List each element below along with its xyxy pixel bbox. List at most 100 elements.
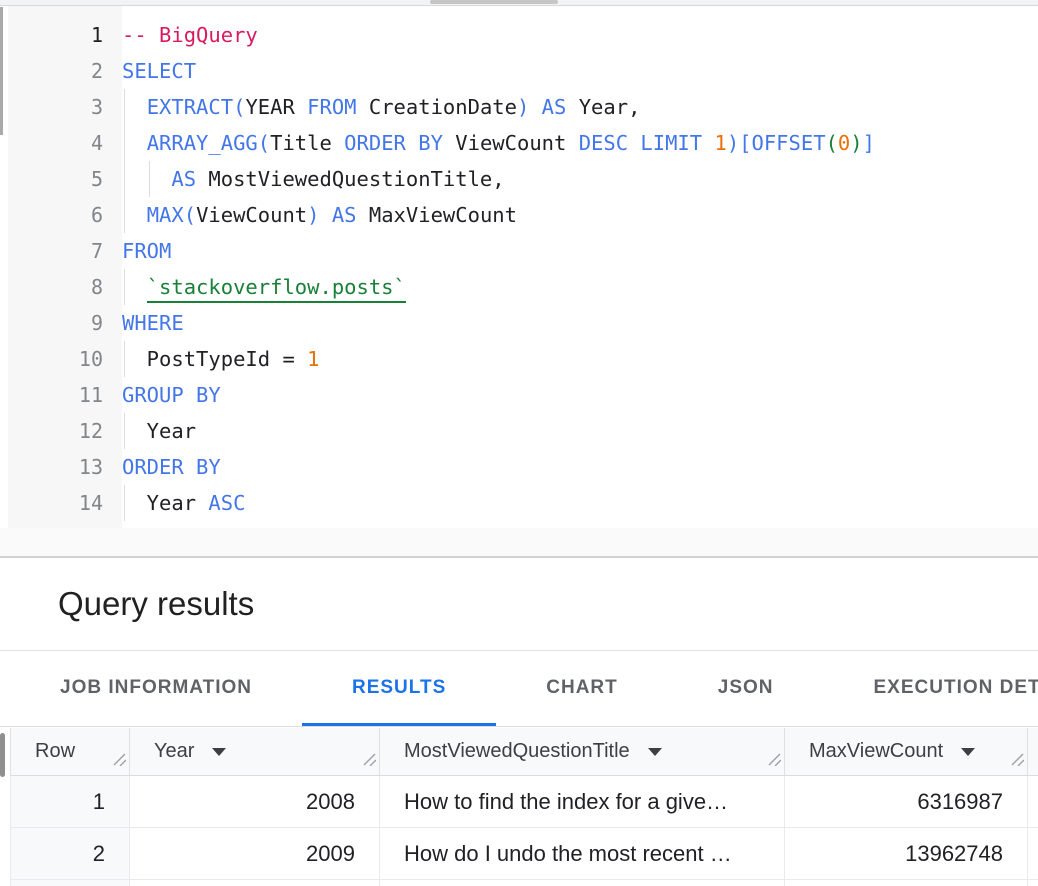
code-token: [628, 131, 640, 155]
code-line[interactable]: PostTypeId = 1: [122, 341, 1038, 377]
cell-stub: [1028, 880, 1038, 886]
code-token: PostTypeId =: [122, 347, 307, 371]
tab-results[interactable]: RESULTS: [302, 651, 496, 727]
indent-guide-line: [124, 197, 125, 233]
query-results-header: Query results: [0, 558, 1038, 651]
code-token: SELECT: [122, 59, 196, 83]
tab-job-information[interactable]: JOB INFORMATION: [10, 651, 302, 727]
editor-body[interactable]: 1234567891011121314 -- BigQuerySELECT EX…: [0, 6, 1038, 528]
code-token: [122, 203, 147, 227]
table-row: 12008How to find the index for a give…63…: [10, 776, 1038, 828]
cell-maxviewcount: [785, 880, 1028, 886]
code-line[interactable]: -- BigQuery: [122, 17, 1038, 53]
sql-editor[interactable]: 1234567891011121314 -- BigQuerySELECT EX…: [0, 0, 1038, 558]
code-line[interactable]: SELECT: [122, 53, 1038, 89]
tab-chart[interactable]: CHART: [496, 651, 668, 727]
tab-json[interactable]: JSON: [668, 651, 824, 727]
code-token: Year: [122, 419, 196, 443]
code-token: ARRAY_AGG(: [147, 131, 270, 155]
line-number: 1: [8, 17, 103, 53]
indent-guide-line: [124, 341, 125, 377]
column-header-mostviewedquestiontitle[interactable]: MostViewedQuestionTitle: [380, 728, 785, 776]
column-resize-handle-icon[interactable]: [363, 749, 376, 772]
cell-stub: [1028, 828, 1038, 880]
column-dropdown-arrow-icon[interactable]: [961, 748, 975, 756]
code-token: LIMIT: [640, 131, 702, 155]
code-area[interactable]: -- BigQuery SELECT EXTRACT(YEAR FROM Crea…: [122, 6, 1038, 528]
cell-year: 2008: [130, 776, 380, 828]
code-line[interactable]: ARRAY_AGG(Title ORDER BY ViewCount DESC …: [122, 125, 1038, 161]
code-token: MostViewedQuestionTitle,: [196, 167, 505, 191]
column-resize-handle-icon[interactable]: [113, 749, 126, 772]
code-line[interactable]: GROUP BY: [122, 377, 1038, 413]
cell-row: [10, 880, 130, 886]
horizontal-scrollbar-thumb[interactable]: [430, 0, 558, 4]
results-tab-bar: JOB INFORMATIONRESULTSCHARTJSONEXECUTION…: [0, 651, 1038, 727]
code-token: YEAR: [245, 95, 307, 119]
code-line[interactable]: `stackoverflow.posts`: [122, 269, 1038, 305]
code-token: [122, 167, 171, 191]
code-token: Title: [270, 131, 344, 155]
table-header-row: Row Year MostViewedQuestionTitle MaxViewCou…: [10, 728, 1038, 776]
line-number: 12: [8, 413, 103, 449]
results-table: Row Year MostViewedQuestionTitle MaxViewCou…: [10, 728, 1038, 886]
code-line[interactable]: EXTRACT(YEAR FROM CreationDate) AS Year,: [122, 89, 1038, 125]
indent-guide-line: [124, 485, 125, 521]
code-token: [122, 95, 147, 119]
tab-execution-details[interactable]: EXECUTION DETAILS: [824, 651, 1038, 727]
query-results-title: Query results: [58, 585, 254, 623]
line-number: 9: [8, 305, 103, 341]
code-line[interactable]: FROM: [122, 233, 1038, 269]
indent-guide-line: [124, 269, 125, 305]
code-token: GROUP BY: [122, 383, 221, 407]
code-token: -- BigQuery: [122, 23, 258, 47]
column-header-row[interactable]: Row: [10, 728, 130, 776]
code-token: FROM: [307, 95, 356, 119]
code-token: MaxViewCount: [357, 203, 517, 227]
code-token: )[OFFSET: [727, 131, 826, 155]
indent-guide-line: [149, 161, 150, 197]
code-token: ORDER BY: [344, 131, 443, 155]
code-line[interactable]: MAX(ViewCount) AS MaxViewCount: [122, 197, 1038, 233]
results-vertical-scrollbar-thumb[interactable]: [0, 733, 5, 777]
cell-maxviewcount: 6316987: [785, 776, 1028, 828]
line-number: 4: [8, 125, 103, 161]
code-line[interactable]: Year: [122, 413, 1038, 449]
column-resize-handle-icon[interactable]: [1011, 749, 1024, 772]
cell-row: 1: [10, 776, 130, 828]
code-token: MAX(: [147, 203, 196, 227]
column-header-maxviewcount[interactable]: MaxViewCount: [785, 728, 1028, 776]
code-token: ORDER BY: [122, 455, 221, 479]
line-number-gutter: 1234567891011121314: [8, 6, 122, 528]
column-resize-handle-icon[interactable]: [768, 749, 781, 772]
column-header-label: MostViewedQuestionTitle: [404, 740, 630, 763]
column-dropdown-arrow-icon[interactable]: [212, 748, 226, 756]
code-token: 1: [307, 347, 319, 371]
code-token: [529, 95, 541, 119]
code-line[interactable]: AS MostViewedQuestionTitle,: [122, 161, 1038, 197]
code-line[interactable]: WHERE: [122, 305, 1038, 341]
line-number: 2: [8, 53, 103, 89]
indent-guide-line: [124, 89, 125, 125]
cell-mostviewedquestiontitle: How to find the index for a give…: [380, 776, 785, 828]
code-token: ASC: [208, 491, 245, 515]
results-table-section: Row Year MostViewedQuestionTitle MaxViewCou…: [0, 728, 1038, 886]
code-line[interactable]: Year ASC: [122, 485, 1038, 521]
table-row: 22009How do I undo the most recent …1396…: [10, 828, 1038, 880]
code-token: Year: [122, 491, 208, 515]
code-token: DESC: [579, 131, 628, 155]
column-dropdown-arrow-icon[interactable]: [648, 748, 662, 756]
cell-mostviewedquestiontitle: [380, 880, 785, 886]
code-token: AS: [542, 95, 567, 119]
cell-maxviewcount: 13962748: [785, 828, 1028, 880]
cell-year: 2009: [130, 828, 380, 880]
line-number: 10: [8, 341, 103, 377]
code-token: (: [826, 131, 838, 155]
column-header-year[interactable]: Year: [130, 728, 380, 776]
column-header-label: Row: [35, 740, 75, 763]
column-header-label: MaxViewCount: [809, 740, 943, 763]
code-token: EXTRACT(: [147, 95, 246, 119]
editor-vertical-scrollbar-thumb[interactable]: [0, 7, 3, 135]
line-number: 11: [8, 377, 103, 413]
code-line[interactable]: ORDER BY: [122, 449, 1038, 485]
